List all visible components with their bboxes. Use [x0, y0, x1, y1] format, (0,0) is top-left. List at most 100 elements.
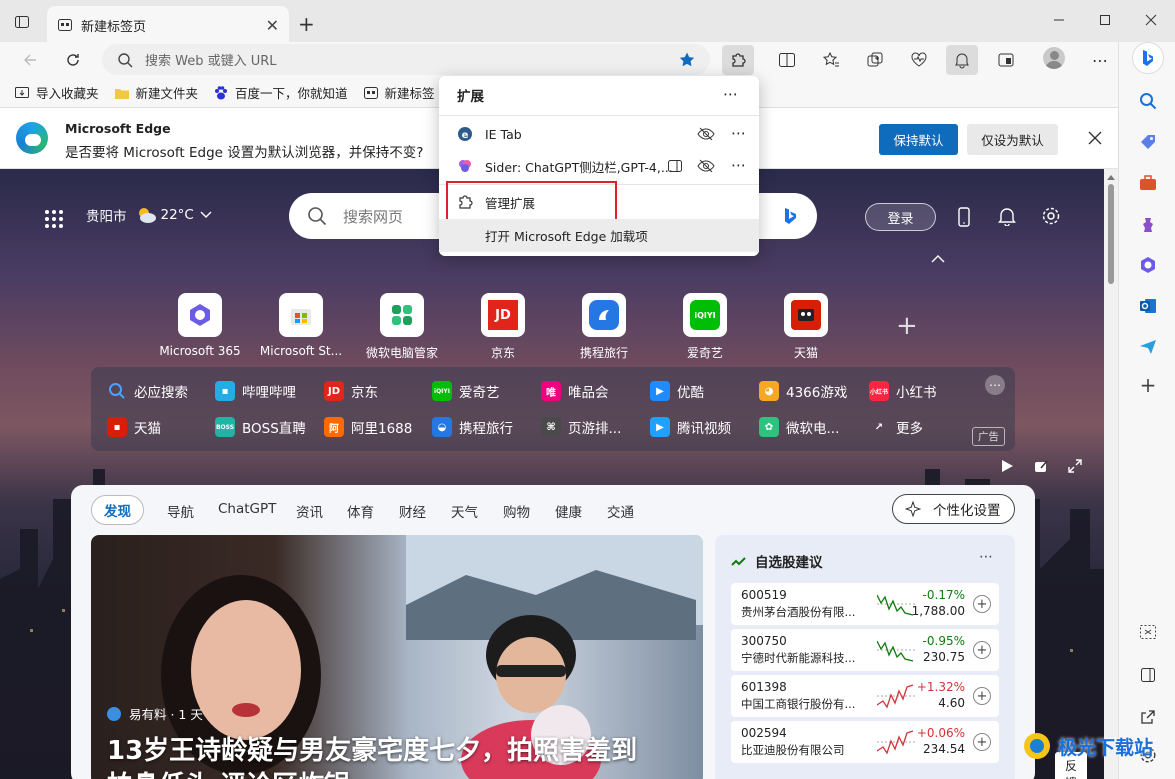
- page-scrollbar[interactable]: [1104, 169, 1118, 779]
- hidden-eye-icon[interactable]: [697, 158, 715, 174]
- feed-tab-discover[interactable]: 发现: [91, 495, 144, 525]
- link-boss[interactable]: BOSS BOSS直聘: [215, 417, 306, 437]
- more-menu-button[interactable]: ⋯: [1084, 45, 1116, 75]
- settings-gear-icon[interactable]: [1041, 206, 1061, 226]
- expand-icon[interactable]: [1068, 459, 1082, 473]
- copilot-bing-icon[interactable]: [1132, 42, 1164, 74]
- link-4366[interactable]: ◕ 4366游戏: [759, 381, 847, 401]
- sidebar-panel-icon[interactable]: [1135, 662, 1161, 688]
- microsoft365-icon[interactable]: [1135, 252, 1161, 278]
- fav-newtab[interactable]: 新建标签: [363, 83, 435, 102]
- mobile-icon[interactable]: [957, 207, 971, 227]
- new-tab-button[interactable]: +: [298, 12, 315, 36]
- article-card[interactable]: 易有料 · 1 天 13岁王诗龄疑与男友豪宅度七夕，拍照害羞到 拍鼻低头 评论区…: [91, 535, 703, 779]
- tile-microsoft365[interactable]: Microsoft 365: [150, 293, 250, 358]
- stock-row[interactable]: 300750 宁德时代新能源科技... -0.95% 230.75 +: [731, 629, 999, 671]
- add-sidebar-app-button[interactable]: +: [1135, 372, 1161, 398]
- apps-grid-icon[interactable]: [44, 209, 64, 229]
- set-default-button[interactable]: 仅设为默认: [967, 124, 1058, 155]
- links-more-icon[interactable]: ⋯: [985, 375, 1005, 395]
- extension-ie-tab[interactable]: e IE Tab ⋯: [439, 118, 759, 150]
- tile-microsoft-store[interactable]: Microsoft St...: [251, 293, 351, 358]
- feed-tab-sports[interactable]: 体育: [347, 501, 374, 521]
- hidden-eye-icon[interactable]: [697, 126, 715, 142]
- address-bar[interactable]: 搜索 Web 或键入 URL: [102, 44, 710, 75]
- feed-tab-chatgpt[interactable]: ChatGPT: [218, 501, 276, 517]
- close-tab-icon[interactable]: ✕: [266, 16, 279, 35]
- link-ctrip[interactable]: ◒ 携程旅行: [432, 417, 513, 437]
- link-tmall[interactable]: ▪ 天猫: [107, 417, 161, 437]
- personalize-button[interactable]: 个性化设置: [892, 494, 1015, 524]
- tile-jd[interactable]: JD 京东: [453, 293, 553, 361]
- extensions-button[interactable]: [722, 45, 754, 75]
- link-iqiyi[interactable]: iQIYI 爱奇艺: [432, 381, 500, 401]
- browser-tab[interactable]: 新建标签页 ✕: [47, 6, 289, 44]
- add-stock-icon[interactable]: +: [973, 595, 991, 613]
- play-icon[interactable]: [1000, 459, 1014, 473]
- feed-tab-weather[interactable]: 天气: [451, 501, 478, 521]
- tile-iqiyi[interactable]: iQIYI 爱奇艺: [655, 293, 755, 361]
- fav-baidu[interactable]: 百度一下，你就知道: [213, 83, 348, 102]
- login-button[interactable]: 登录: [865, 203, 936, 231]
- stocks-more-icon[interactable]: ⋯: [979, 549, 993, 565]
- close-banner-icon[interactable]: [1087, 130, 1103, 146]
- fav-folder[interactable]: 新建文件夹: [114, 83, 198, 102]
- open-addons-item[interactable]: 打开 Microsoft Edge 加载项: [439, 219, 759, 252]
- minimize-button[interactable]: [1036, 0, 1082, 40]
- bing-logo-icon[interactable]: [783, 207, 797, 225]
- feed-tab-finance[interactable]: 财经: [399, 501, 426, 521]
- add-stock-icon[interactable]: +: [973, 733, 991, 751]
- stock-row[interactable]: 002594 比亚迪股份有限公司 +0.06% 234.54 +: [731, 721, 999, 763]
- collections-button[interactable]: [859, 45, 891, 75]
- screenshot-capture-icon[interactable]: [1135, 619, 1161, 645]
- games-chess-icon[interactable]: [1135, 211, 1161, 237]
- extension-sider[interactable]: Sider: ChatGPT侧边栏,GPT-4,... ⋯: [439, 150, 759, 182]
- feed-tab-traffic[interactable]: 交通: [607, 501, 634, 521]
- profile-avatar[interactable]: [1043, 47, 1065, 69]
- link-pc-manager[interactable]: ✿ 微软电...: [759, 417, 839, 437]
- stock-row[interactable]: 600519 贵州茅台酒股份有限... -0.17% 1,788.00 +: [731, 583, 999, 625]
- link-bilibili[interactable]: ▪ 哔哩哔哩: [215, 381, 296, 401]
- search-icon[interactable]: [1135, 88, 1161, 114]
- link-vip[interactable]: 唯唯品会: [541, 381, 609, 401]
- send-drop-icon[interactable]: [1135, 334, 1161, 360]
- open-external-icon[interactable]: [1135, 704, 1161, 730]
- link-more[interactable]: ↗ 更多: [869, 417, 923, 437]
- notifications-button[interactable]: [946, 45, 978, 75]
- link-youku[interactable]: ▶ 优酷: [650, 381, 704, 401]
- tile-pc-manager[interactable]: 微软电脑管家: [352, 293, 452, 361]
- feed-tab-news[interactable]: 资讯: [296, 501, 323, 521]
- extension-more-icon[interactable]: ⋯: [731, 124, 746, 142]
- edit-background-icon[interactable]: [1034, 459, 1048, 473]
- add-stock-icon[interactable]: +: [973, 641, 991, 659]
- tab-actions-icon[interactable]: [14, 14, 30, 30]
- add-site-button[interactable]: +: [896, 313, 918, 339]
- feed-tab-nav[interactable]: 导航: [167, 501, 194, 521]
- maximize-button[interactable]: [1082, 0, 1128, 40]
- outlook-icon[interactable]: [1135, 293, 1161, 319]
- weather-widget[interactable]: 贵阳市 22°C: [86, 205, 212, 225]
- refresh-button[interactable]: [57, 45, 89, 75]
- back-button[interactable]: [14, 45, 46, 75]
- star-favorite-icon[interactable]: [678, 51, 696, 69]
- extensions-more-icon[interactable]: ⋯: [723, 85, 738, 103]
- fav-import[interactable]: 导入收藏夹: [14, 83, 99, 102]
- feed-tab-health[interactable]: 健康: [555, 501, 582, 521]
- bell-icon[interactable]: [997, 206, 1017, 226]
- link-bing[interactable]: 必应搜索: [107, 381, 188, 401]
- stock-row[interactable]: 601398 中国工商银行股份有... +1.32% 4.60 +: [731, 675, 999, 717]
- favorites-button[interactable]: [815, 45, 847, 75]
- keep-default-button[interactable]: 保持默认: [879, 124, 958, 155]
- tile-ctrip[interactable]: 携程旅行: [554, 293, 654, 361]
- add-stock-icon[interactable]: +: [973, 687, 991, 705]
- scrollbar-thumb[interactable]: [1108, 184, 1114, 284]
- split-screen-button[interactable]: [771, 45, 803, 75]
- extension-more-icon[interactable]: ⋯: [731, 156, 746, 174]
- feed-tab-shopping[interactable]: 购物: [503, 501, 530, 521]
- link-webgames[interactable]: ⌘ 页游排...: [541, 417, 621, 437]
- link-jd[interactable]: JD 京东: [324, 381, 378, 401]
- chevron-up-icon[interactable]: [931, 255, 945, 263]
- link-1688[interactable]: 阿阿里1688: [324, 417, 412, 437]
- link-xiaohongshu[interactable]: 小红书 小红书: [869, 381, 937, 401]
- sidebar-panel-icon[interactable]: [667, 159, 683, 173]
